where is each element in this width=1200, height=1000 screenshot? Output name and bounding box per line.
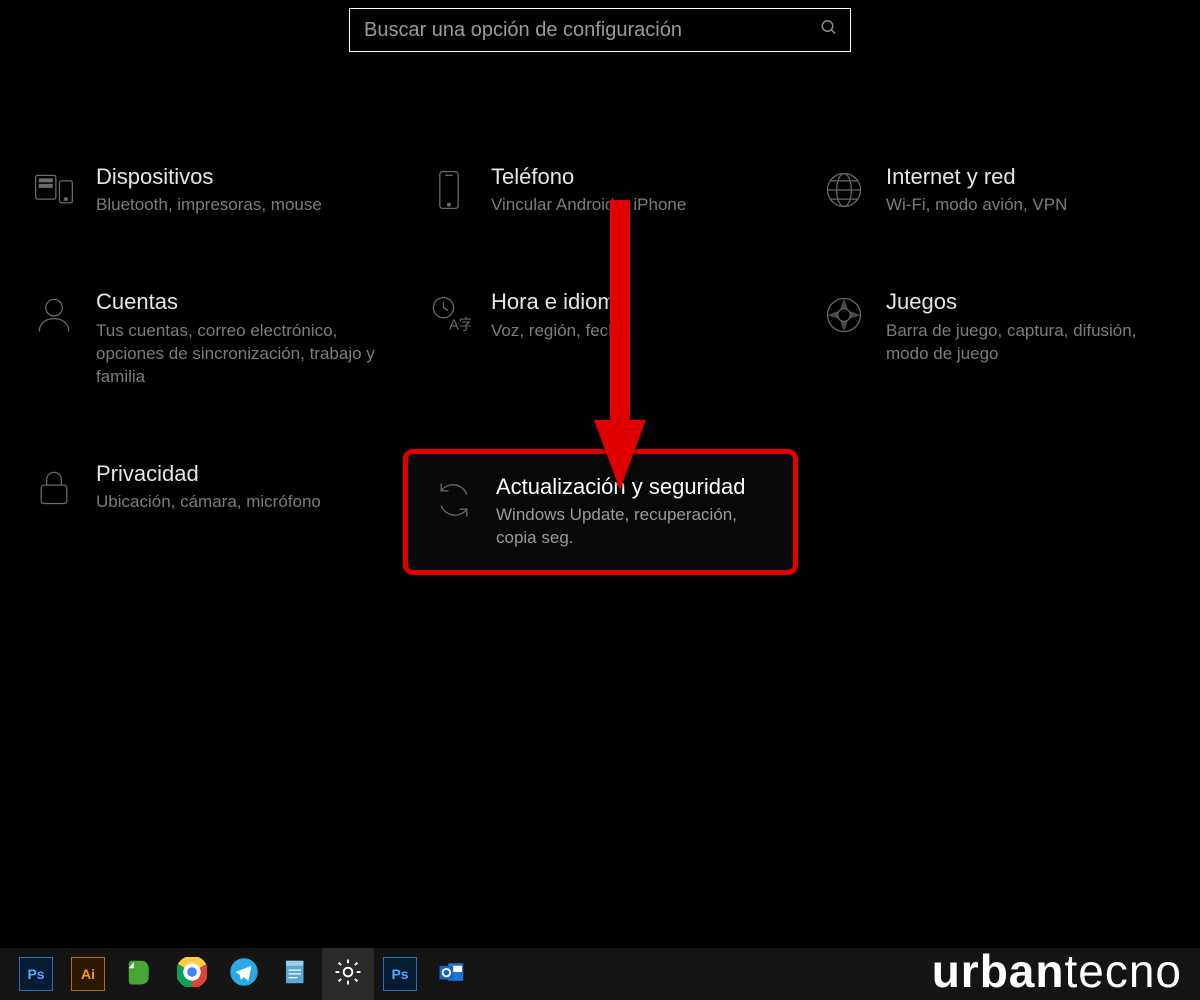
photoshop-2-icon: Ps	[383, 957, 417, 991]
telegram-icon	[229, 957, 259, 992]
settings-icon	[333, 957, 363, 992]
tile-title: Cuentas	[96, 289, 376, 315]
settings-tile-phone[interactable]: Teléfono Vincular Android o iPhone	[403, 152, 798, 229]
tile-subtitle: Tus cuentas, correo electrónico, opcione…	[96, 320, 376, 389]
tile-subtitle: Voz, región, fecha	[491, 320, 628, 343]
settings-tile-update[interactable]: Actualización y seguridad Windows Update…	[403, 449, 798, 575]
search-region	[0, 0, 1200, 52]
account-icon	[24, 289, 84, 337]
chrome-icon	[177, 957, 207, 992]
tile-subtitle: Vincular Android o iPhone	[491, 194, 686, 217]
taskbar-settings[interactable]	[322, 948, 374, 1000]
watermark: urbantecno	[932, 944, 1182, 998]
settings-tile-devices[interactable]: Dispositivos Bluetooth, impresoras, mous…	[8, 152, 403, 229]
taskbar-photoshop[interactable]: Ps	[10, 948, 62, 1000]
devices-icon	[24, 164, 84, 212]
outlook-icon	[437, 957, 467, 992]
evernote-icon	[125, 957, 155, 992]
tile-title: Privacidad	[96, 461, 321, 487]
tile-subtitle: Wi-Fi, modo avión, VPN	[886, 194, 1067, 217]
update-icon	[424, 474, 484, 522]
taskbar-evernote[interactable]	[114, 948, 166, 1000]
settings-tiles: Dispositivos Bluetooth, impresoras, mous…	[8, 152, 1200, 575]
watermark-light: tecno	[1064, 945, 1182, 997]
search-input[interactable]	[350, 19, 850, 42]
phone-icon	[419, 164, 479, 212]
settings-tile-account[interactable]: Cuentas Tus cuentas, correo electrónico,…	[8, 277, 403, 400]
tile-title: Dispositivos	[96, 164, 322, 190]
tile-title: Internet y red	[886, 164, 1067, 190]
settings-tile-privacy[interactable]: Privacidad Ubicación, cámara, micrófono	[8, 449, 403, 575]
gaming-icon	[814, 289, 874, 337]
tile-subtitle: Barra de juego, captura, difusión, modo …	[886, 320, 1166, 366]
globe-icon	[814, 164, 874, 212]
tile-title: Actualización y seguridad	[496, 474, 776, 500]
search-box[interactable]	[349, 8, 851, 52]
privacy-icon	[24, 461, 84, 509]
tile-subtitle: Ubicación, cámara, micrófono	[96, 491, 321, 514]
tile-title: Hora e idioma	[491, 289, 628, 315]
settings-tile-gaming[interactable]: Juegos Barra de juego, captura, difusión…	[798, 277, 1193, 400]
svg-text:A字: A字	[449, 317, 471, 334]
settings-tile-time-lang[interactable]: A字 Hora e idioma Voz, región, fecha	[403, 277, 798, 400]
tile-subtitle: Bluetooth, impresoras, mouse	[96, 194, 322, 217]
taskbar-notepad[interactable]	[270, 948, 322, 1000]
taskbar-illustrator[interactable]: Ai	[62, 948, 114, 1000]
tile-title: Juegos	[886, 289, 1166, 315]
taskbar-photoshop-2[interactable]: Ps	[374, 948, 426, 1000]
illustrator-icon: Ai	[71, 957, 105, 991]
watermark-bold: urban	[932, 945, 1065, 997]
time-lang-icon: A字	[419, 289, 479, 337]
tile-subtitle: Windows Update, recuperación, copia seg.	[496, 504, 776, 550]
taskbar-outlook[interactable]	[426, 948, 478, 1000]
taskbar-telegram[interactable]	[218, 948, 270, 1000]
tile-title: Teléfono	[491, 164, 686, 190]
photoshop-icon: Ps	[19, 957, 53, 991]
search-icon	[820, 19, 838, 42]
settings-tile-globe[interactable]: Internet y red Wi-Fi, modo avión, VPN	[798, 152, 1193, 229]
notepad-icon	[281, 957, 311, 992]
taskbar-chrome[interactable]	[166, 948, 218, 1000]
